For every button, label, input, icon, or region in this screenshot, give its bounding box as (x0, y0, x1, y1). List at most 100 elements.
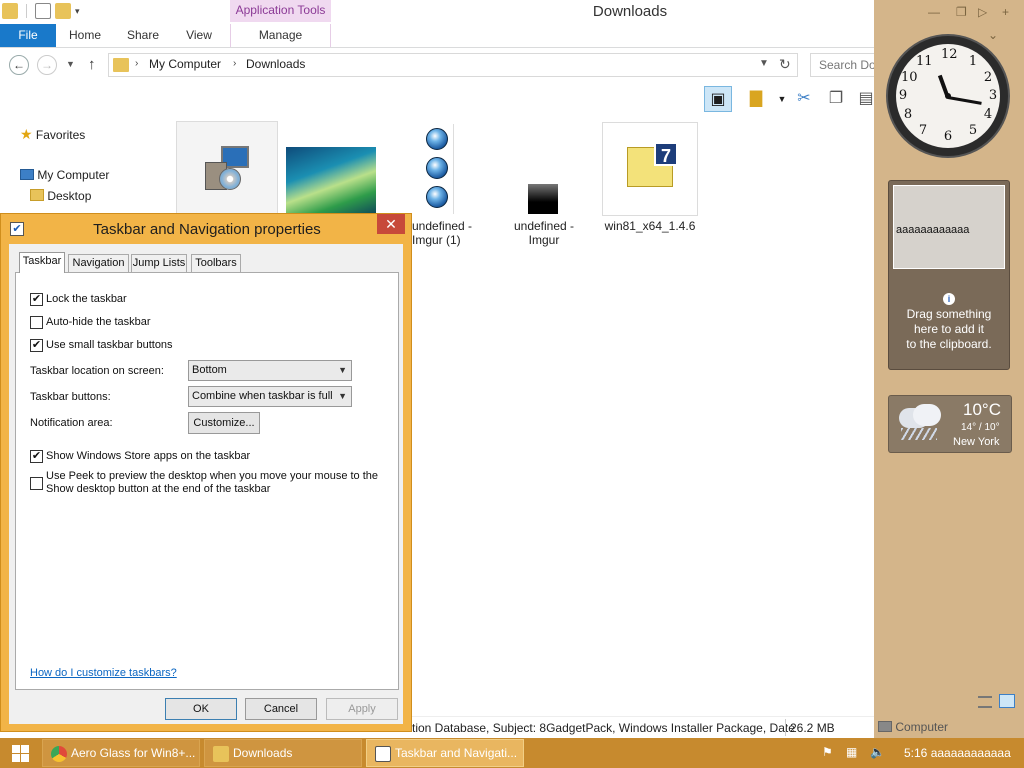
search-placeholder: Search Downloads (819, 58, 879, 72)
volume-muted-icon[interactable]: 🔈 (870, 745, 885, 759)
taskbar-button-downloads[interactable]: Downloads (204, 739, 362, 767)
details-view-icon[interactable] (978, 696, 992, 708)
cancel-button[interactable]: Cancel (245, 698, 317, 720)
clock-number: 2 (983, 70, 993, 85)
info-icon: i (943, 293, 955, 305)
taskbar-tab-panel: ✔ Lock the taskbar Auto-hide the taskbar… (15, 272, 399, 690)
ok-button[interactable]: OK (165, 698, 237, 720)
close-button[interactable]: ✕ (377, 214, 405, 234)
small-buttons-checkbox[interactable]: ✔ (30, 339, 43, 352)
sidebar-dropdown-chevron-down-icon[interactable]: ⌄ (988, 28, 998, 42)
address-bar[interactable]: › My Computer › Downloads ▼ ↻ (108, 53, 798, 77)
clipboard-content: aaaaaaaaaaaa (896, 224, 970, 236)
peek-label-line1[interactable]: Use Peek to preview the desktop when you… (46, 470, 378, 482)
lock-taskbar-checkbox[interactable]: ✔ (30, 293, 43, 306)
file-label-imgur[interactable]: undefined - Imgur (508, 219, 580, 247)
breadcrumb-chevron-icon[interactable]: › (135, 58, 138, 69)
new-folder-icon[interactable] (55, 3, 71, 19)
apply-button[interactable]: Apply (326, 698, 398, 720)
tab-taskbar[interactable]: Taskbar (19, 252, 65, 273)
taskbar-button-chrome[interactable]: Aero Glass for Win8+... (42, 739, 200, 767)
customize-button[interactable]: Customize... (188, 412, 260, 434)
weather-gadget[interactable]: 10°C 14° / 10° New York (888, 395, 1012, 453)
tab-manage[interactable]: Manage (230, 24, 331, 47)
file-imgur-1-thumbnail[interactable] (420, 124, 454, 214)
nav-desktop[interactable]: Desktop (30, 189, 91, 203)
next-gadget-icon[interactable]: ▷ (978, 5, 987, 19)
clipboard-content-area[interactable]: aaaaaaaaaaaa (893, 185, 1005, 269)
file-label-win81[interactable]: win81_x64_1.4.6 (598, 219, 702, 233)
move-to-folder-icon[interactable]: ▇ (742, 86, 770, 112)
file-setup-installer[interactable] (176, 121, 278, 217)
nav-my-computer[interactable]: My Computer (20, 168, 109, 182)
explorer-app-icon[interactable] (2, 3, 18, 19)
clock-number: 3 (988, 88, 998, 103)
clock-number: 6 (943, 129, 953, 144)
chevron-down-icon: ▼ (338, 391, 347, 401)
network-icon[interactable]: ▦ (846, 745, 857, 759)
clipboard-gadget[interactable]: aaaaaaaaaaaa i Drag something here to ad… (888, 180, 1010, 370)
tab-share[interactable]: Share (114, 24, 172, 47)
windows-orb-icon (426, 128, 448, 150)
breadcrumb-downloads[interactable]: Downloads (246, 57, 305, 71)
back-button[interactable]: ← (9, 55, 29, 75)
file-imgur-thumbnail[interactable] (528, 184, 558, 214)
large-icons-view-icon[interactable] (999, 694, 1016, 708)
up-arrow-icon[interactable]: ↑ (88, 56, 96, 73)
peek-checkbox[interactable] (30, 477, 43, 490)
windows-logo-icon (12, 745, 20, 753)
tab-toolbars[interactable]: Toolbars (191, 254, 241, 272)
restore-icon[interactable]: ❐ (956, 5, 967, 19)
auto-hide-label[interactable]: Auto-hide the taskbar (46, 316, 151, 328)
clock-face: 12 1 2 3 4 5 6 7 8 9 10 11 (896, 44, 1000, 148)
taskbar-button-properties[interactable]: Taskbar and Navigati... (366, 739, 524, 767)
desktop-folder-icon (30, 189, 44, 201)
dialog-title: Taskbar and Navigation properties (93, 221, 321, 238)
auto-hide-checkbox[interactable] (30, 316, 43, 329)
file-7z-archive[interactable]: 7 (602, 122, 698, 216)
search-input[interactable]: Search Downloads (810, 53, 880, 77)
lock-taskbar-label[interactable]: Lock the taskbar (46, 293, 127, 305)
nav-favorites[interactable]: ★ Favorites (20, 126, 85, 143)
chrome-icon (51, 746, 67, 762)
store-apps-label[interactable]: Show Windows Store apps on the taskbar (46, 450, 250, 462)
add-gadget-icon[interactable]: + (1002, 5, 1009, 19)
tab-file[interactable]: File (0, 24, 56, 47)
tab-navigation[interactable]: Navigation (68, 254, 129, 272)
clock-number: 12 (941, 47, 958, 62)
forward-button[interactable]: → (37, 55, 57, 75)
file-vista-wallpaper-thumbnail[interactable] (286, 147, 376, 217)
preview-pane-icon[interactable]: ▣ (704, 86, 732, 112)
store-apps-checkbox[interactable]: ✔ (30, 450, 43, 463)
action-center-icon[interactable]: ⚑ (822, 745, 833, 759)
tray-clock[interactable]: 5:16 aaaaaaaaaaaa (904, 746, 1011, 760)
checkbox-app-icon (375, 746, 391, 762)
recent-locations-chevron-down-icon[interactable]: ▼ (66, 59, 75, 69)
peek-label-line2[interactable]: Show desktop button at the end of the ta… (46, 483, 270, 495)
refresh-icon[interactable]: ↻ (779, 56, 791, 73)
nav-my-computer-label: My Computer (37, 168, 110, 182)
small-buttons-label[interactable]: Use small taskbar buttons (46, 339, 173, 351)
breadcrumb-my-computer[interactable]: My Computer (149, 57, 221, 71)
properties-icon[interactable] (35, 3, 51, 19)
qat-separator (26, 4, 27, 18)
taskbar-buttons-select[interactable]: Combine when taskbar is full ▼ (188, 386, 352, 407)
dialog-titlebar[interactable]: ✔ Taskbar and Navigation properties ✕ (1, 214, 411, 244)
address-dropdown-chevron-down-icon[interactable]: ▼ (759, 58, 769, 69)
cut-icon[interactable]: ✂ (790, 86, 818, 112)
taskbar-location-select[interactable]: Bottom ▼ (188, 360, 352, 381)
ribbon-tabs: File Home Share View Manage (0, 24, 874, 48)
chevron-down-icon: ▼ (338, 365, 347, 375)
file-label-imgur-1[interactable]: undefined - Imgur (1) (412, 219, 476, 247)
help-link[interactable]: How do I customize taskbars? (30, 667, 177, 679)
copy-icon[interactable]: ❐ (822, 86, 850, 112)
tab-home[interactable]: Home (56, 24, 114, 47)
start-button[interactable] (0, 738, 40, 768)
taskbar-buttons-value: Combine when taskbar is full (192, 390, 333, 402)
tab-view[interactable]: View (172, 24, 226, 47)
qat-dropdown-icon[interactable]: ▾ (75, 6, 80, 17)
tab-jump-lists[interactable]: Jump Lists (131, 254, 187, 272)
clock-gadget[interactable]: 12 1 2 3 4 5 6 7 8 9 10 11 (886, 34, 1010, 158)
breadcrumb-chevron-icon[interactable]: › (233, 58, 236, 69)
minimize-icon[interactable]: — (928, 5, 940, 19)
